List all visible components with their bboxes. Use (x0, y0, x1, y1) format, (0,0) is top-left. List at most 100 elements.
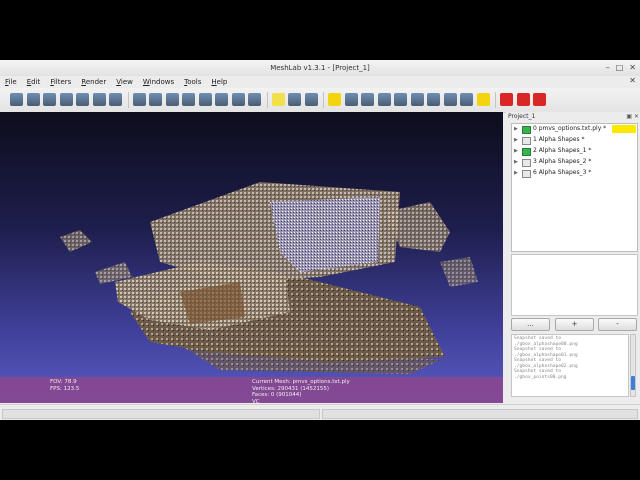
panel-header-buttons[interactable]: ▣ ✕ (626, 113, 639, 120)
3d-viewport[interactable]: FOV: 78.9 FPS: 123.5 Current Mesh: pmvs_… (0, 112, 503, 403)
title-bar: MeshLab v1.3.1 - [Project_1] – □ ✕ (0, 60, 640, 77)
viewport-info-overlay: FOV: 78.9 FPS: 123.5 Current Mesh: pmvs_… (0, 377, 503, 403)
extra-text: VC (252, 398, 260, 404)
add-button[interactable]: + (555, 318, 594, 331)
expand-arrow-icon[interactable]: ▶ (514, 168, 518, 178)
toolbar (0, 88, 640, 113)
delete-vertex-icon[interactable] (516, 93, 530, 106)
visibility-toggle-icon[interactable] (522, 170, 531, 178)
hidden-lines-icon[interactable] (182, 93, 195, 106)
layer-label: 3 Alpha Shapes_2 * (533, 158, 592, 165)
layer-row[interactable]: ▶ 3 Alpha Shapes_2 * (512, 157, 637, 167)
menu-file[interactable]: File (0, 78, 22, 86)
bbox-icon[interactable] (132, 93, 146, 106)
log-area: Snapshot saved to ./gbox_alphashape00.pn… (511, 334, 629, 397)
new-project-icon[interactable] (10, 93, 23, 106)
delete-face-icon[interactable] (500, 93, 513, 106)
document-close-button[interactable]: ✕ (629, 76, 636, 85)
layer-label: 6 Alpha Shapes_3 * (533, 169, 592, 176)
expand-arrow-icon[interactable]: ▶ (514, 124, 518, 134)
fps-label: FPS: (50, 385, 62, 392)
expand-arrow-icon[interactable]: ▶ (514, 146, 518, 156)
menu-view[interactable]: View (111, 78, 138, 86)
visibility-toggle-icon[interactable] (522, 148, 531, 156)
points-icon[interactable] (149, 93, 162, 106)
layer-row[interactable]: ▶ 6 Alpha Shapes_3 * (512, 168, 637, 178)
export-mesh-icon[interactable] (76, 93, 89, 106)
point-cloud-render (60, 182, 478, 374)
manipulator-icon[interactable] (443, 93, 457, 106)
info-icon[interactable] (476, 93, 490, 106)
options-button[interactable]: ... (511, 318, 550, 331)
layers-icon[interactable] (109, 93, 122, 106)
visibility-toggle-icon[interactable] (522, 126, 531, 134)
delete-selected-icon[interactable] (533, 93, 546, 106)
open-icon[interactable] (26, 93, 40, 106)
window-title: MeshLab v1.3.1 - [Project_1] (270, 64, 370, 72)
menu-render[interactable]: Render (76, 78, 111, 86)
log-scrollbar[interactable] (630, 334, 636, 397)
progress-area (322, 409, 638, 419)
current-mesh-text: Current Mesh: pmvs_options.txt.ply (252, 379, 350, 385)
layer-row[interactable]: ▶ 1 Alpha Shapes * (512, 135, 637, 145)
decorator-info-box (511, 254, 638, 316)
visibility-toggle-icon[interactable] (522, 159, 531, 167)
wireframe-icon[interactable] (165, 93, 179, 106)
mesh-stats: Current Mesh: pmvs_options.txt.ply Verti… (252, 379, 350, 403)
fps-value: 123.5 (63, 385, 80, 392)
flat-lines-icon[interactable] (198, 93, 212, 106)
remove-button[interactable]: - (598, 318, 637, 331)
texture-icon[interactable] (248, 93, 261, 106)
menu-edit[interactable]: Edit (22, 78, 46, 86)
window-controls: – □ ✕ (606, 62, 636, 74)
layer-label: 0 pmvs_options.txt.ply * (533, 125, 607, 132)
texture-edit-icon[interactable] (460, 93, 473, 106)
visibility-toggle-icon[interactable] (522, 137, 531, 145)
save-snapshot-icon[interactable] (92, 93, 106, 106)
align-icon[interactable] (410, 93, 424, 106)
menu-filters[interactable]: Filters (45, 78, 76, 86)
flat-icon[interactable] (215, 93, 228, 106)
layer-label: 1 Alpha Shapes * (533, 136, 585, 143)
menu-help[interactable]: Help (206, 78, 232, 86)
menu-bar: File Edit Filters Render View Windows To… (0, 76, 640, 88)
toolbar-separator (495, 92, 496, 108)
pick-points-icon[interactable] (427, 93, 440, 106)
expand-arrow-icon[interactable]: ▶ (514, 157, 518, 167)
fov-value: 78.9 (64, 379, 77, 385)
select-vertex-icon[interactable] (377, 93, 391, 106)
menu-windows[interactable]: Windows (138, 78, 179, 86)
panel-title: Project_1 (508, 113, 536, 120)
status-message (2, 409, 320, 419)
minimize-button[interactable]: – (606, 62, 610, 74)
smooth-icon[interactable] (231, 93, 245, 106)
paint-icon[interactable] (361, 93, 374, 106)
light-icon[interactable] (271, 93, 285, 106)
layer-label: 2 Alpha Shapes_1 * (533, 147, 592, 154)
point-cloud-building (60, 182, 478, 287)
double-side-icon[interactable] (288, 93, 301, 106)
expand-arrow-icon[interactable]: ▶ (514, 135, 518, 145)
maximize-button[interactable]: □ (616, 62, 624, 74)
fancy-light-icon[interactable] (304, 93, 318, 106)
render-stats: FOV: 78.9 FPS: 123.5 (50, 379, 79, 392)
toolbar-separator (323, 92, 324, 108)
layer-row[interactable]: ▶ 2 Alpha Shapes_1 * (512, 146, 637, 156)
reload-icon[interactable] (59, 93, 73, 106)
menu-tools[interactable]: Tools (179, 78, 206, 86)
toolbar-separator (127, 92, 129, 108)
color-icon[interactable] (394, 93, 407, 106)
layer-row[interactable]: ▶ 0 pmvs_options.txt.ply * (512, 124, 637, 134)
measure-icon[interactable] (344, 93, 358, 106)
annotate-icon[interactable] (328, 93, 341, 106)
import-mesh-icon[interactable] (43, 93, 56, 106)
close-button[interactable]: ✕ (629, 62, 636, 74)
layer-list: ▶ 0 pmvs_options.txt.ply * ▶ 1 Alpha Sha… (511, 123, 638, 252)
toolbar-separator (266, 92, 268, 108)
log-line: ./gbox_points00.png (514, 374, 567, 380)
fov-label: FOV: (50, 379, 63, 385)
meshlab-window: MeshLab v1.3.1 - [Project_1] – □ ✕ File … (0, 60, 640, 420)
log-scrollbar-thumb[interactable] (631, 376, 635, 390)
current-layer-highlight (612, 125, 636, 133)
layer-panel: Project_1 ▣ ✕ ▶ 0 pmvs_options.txt.ply *… (506, 112, 640, 403)
